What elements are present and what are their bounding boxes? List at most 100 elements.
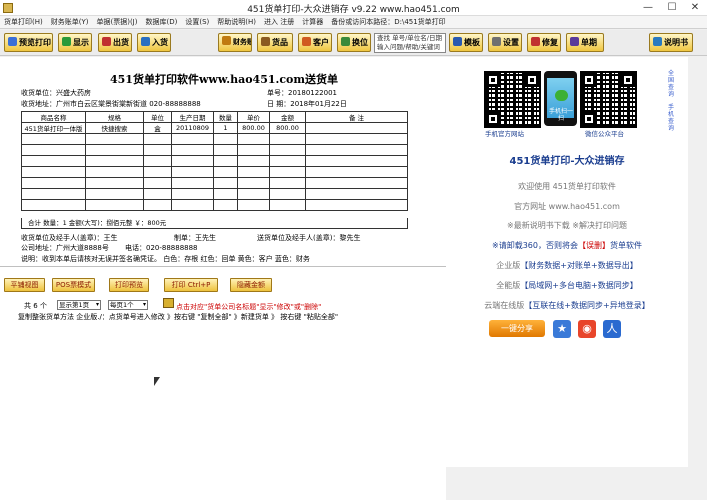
template-icon (453, 37, 462, 46)
order-number: 单号：20180122001 (267, 89, 337, 97)
edit-delete-hint: 点击对应"货单公司名标题"显示"修改"或"删除" (176, 303, 322, 311)
table-row-empty[interactable] (21, 155, 408, 167)
phone-caption: 手机扫一扫 (549, 108, 574, 122)
print-preview-button[interactable]: 打印预览 (109, 278, 149, 292)
monitor-icon (62, 37, 71, 46)
product-title[interactable]: 451货单打印-大众进销存 (446, 152, 688, 167)
col-production-date: 生产日期 (171, 111, 214, 123)
template-button[interactable]: 模板 (449, 33, 483, 52)
book-icon (653, 37, 662, 46)
window-title: 451货单打印-大众进销存 v9.22 www.hao451.com (247, 5, 460, 15)
switch-button[interactable]: 换位 (337, 33, 371, 52)
menu-register[interactable]: 进入 注册 (260, 16, 298, 28)
copy-order-hint: 复制整张货单方法 企业版./：点货单号进入修改 》按右键 "复制全部" 》新建货… (18, 313, 339, 321)
col-unit: 单位 (143, 111, 172, 123)
per-page-select[interactable]: 每页1个 (108, 300, 148, 310)
receiver-unit: 收货单位：兴盛大药房 (21, 89, 91, 97)
settings-button[interactable]: 设置 (488, 33, 522, 52)
download-links[interactable]: ※最新说明书下载 ※解决打印问题 (446, 220, 688, 231)
in-stock-button[interactable]: 入货 (137, 33, 171, 52)
inbox-icon (141, 37, 150, 46)
mobile-query-link[interactable]: 手机查询 (668, 104, 676, 132)
col-price: 单价 (237, 111, 270, 123)
tile-view-button[interactable]: 平铺视图 (4, 278, 45, 292)
pos-mode-button[interactable]: POS票模式 (52, 278, 95, 292)
table-row-empty[interactable] (21, 177, 408, 189)
gear-icon (492, 37, 501, 46)
share-button[interactable]: 一键分享 (489, 320, 545, 337)
cloud-edition[interactable]: 云端在线版【互联在线+数据同步+异地登录】 (446, 300, 688, 311)
menu-database[interactable]: 数据库(D) (141, 16, 181, 28)
maker: 制单：王先生 (174, 234, 216, 242)
col-product-name: 商品名称 (21, 111, 86, 123)
table-row-empty[interactable] (21, 166, 408, 178)
sender-signature: 送货单位及经手人(盖章)：黎先生 (257, 234, 361, 242)
wrench-icon (531, 37, 540, 46)
finance-button[interactable]: 财务账 (218, 33, 252, 52)
printer-icon (8, 37, 17, 46)
key-icon (570, 37, 579, 46)
total-row: 合计 数量：1 金额(大写)：捌佰元整 ￥：800元 (21, 218, 408, 229)
customer-button[interactable]: 客户 (298, 33, 332, 52)
enterprise-edition[interactable]: 企业版【财务数据+对账单+数据导出】 (446, 260, 688, 271)
company-address: 公司地址：广州大道8888号 (21, 244, 109, 252)
goods-button[interactable]: 货品 (257, 33, 293, 52)
official-site-link[interactable]: 官方网址 www.hao451.com (446, 201, 688, 212)
menu-backup-path[interactable]: 备份或访问本路径：D:\451货单打印 (327, 16, 449, 28)
menu-documents[interactable]: 单据(票据)(J) (92, 16, 141, 28)
wechat-qr-code (580, 71, 637, 128)
table-row-empty[interactable] (21, 188, 408, 200)
table-row[interactable]: 451货单打印一体版 快捷搜索 盒 20110809 1 800.00 800.… (21, 122, 408, 134)
box-icon (261, 37, 270, 46)
renren-icon[interactable]: 人 (603, 320, 621, 338)
register-button[interactable]: 单期 (566, 33, 604, 52)
total-count: 共 6 个 (24, 302, 47, 310)
wechat-qr-caption: 微信公众平台 (585, 130, 624, 138)
show-button[interactable]: 显示 (58, 33, 92, 52)
preview-print-button[interactable]: 预览打印 (4, 33, 53, 52)
maximize-button[interactable]: ☐ (660, 0, 684, 16)
weibo-icon[interactable]: ◉ (578, 320, 596, 338)
bottom-strip (446, 467, 688, 500)
menu-print[interactable]: 货单打印(H) (0, 16, 47, 28)
full-edition[interactable]: 全能版【局域网+多台电脑+数据同步】 (446, 280, 688, 291)
search-input[interactable]: 查找 单号/单位名/日期 输入问题/帮助/关键词 (374, 33, 446, 53)
minimize-button[interactable]: — (636, 0, 660, 16)
receiver-address: 收货地址：广州市白云区棠景街棠新街道 020-88888888 (21, 100, 201, 108)
receiver-signature: 收货单位及经手人(盖章)：王生 (21, 234, 118, 242)
close-button[interactable]: ✕ (683, 0, 707, 16)
page-select[interactable]: 显示第1页 (57, 300, 101, 310)
col-quantity: 数量 (213, 111, 238, 123)
menu-settings[interactable]: 设置(S) (181, 16, 213, 28)
edit-icon (163, 298, 174, 308)
table-row-empty[interactable] (21, 144, 408, 156)
menu-finance[interactable]: 财务账单(Y) (47, 16, 93, 28)
website-qr-caption: 手机官方网站 (485, 130, 524, 138)
repair-button[interactable]: 修复 (527, 33, 561, 52)
hide-amount-button[interactable]: 隐藏金额 (230, 278, 272, 292)
table-row-empty[interactable] (21, 133, 408, 145)
goods-table: 商品名称 规格 单位 生产日期 数量 单价 金额 备 注 451货单打印一体版 … (21, 111, 408, 211)
delivery-note-title[interactable]: 451货单打印软件www.hao451.com送货单 (110, 71, 338, 87)
table-row-empty[interactable] (21, 199, 408, 211)
copy-colors-note: 说明：收到本单后请核对无误并签名确凭证。 白色：存根 红色：回单 黄色：客户 蓝… (21, 255, 310, 263)
manual-button[interactable]: 说明书 (649, 33, 693, 52)
swap-icon (341, 37, 350, 46)
uninstall-warning[interactable]: ※请卸载360，否则将会【误删】货单软件 (446, 240, 688, 251)
outbox-icon (102, 37, 111, 46)
menu-calculator[interactable]: 计算器 (298, 16, 327, 28)
table-header-row: 商品名称 规格 单位 生产日期 数量 单价 金额 备 注 (21, 111, 408, 123)
print-button[interactable]: 打印 Ctrl+P (164, 278, 218, 292)
col-spec: 规格 (85, 111, 144, 123)
user-icon (302, 37, 311, 46)
company-phone: 电话：020-88888888 (125, 244, 198, 252)
mouse-cursor (154, 377, 160, 386)
toolbar: 预览打印 显示 出货 入货 财务账 货品 客户 换位 模板 设置 修复 单期 说… (0, 30, 707, 56)
menu-help[interactable]: 帮助说明(H) (213, 16, 260, 28)
qzone-star-icon[interactable]: ★ (553, 320, 571, 338)
menu-bar: 货单打印(H) 财务账单(Y) 单据(票据)(J) 数据库(D) 设置(S) 帮助说明(H… (0, 16, 707, 29)
out-stock-button[interactable]: 出货 (98, 33, 132, 52)
national-query-link[interactable]: 全国查询 (668, 70, 676, 98)
window-edge (688, 57, 707, 500)
divider (0, 266, 446, 267)
